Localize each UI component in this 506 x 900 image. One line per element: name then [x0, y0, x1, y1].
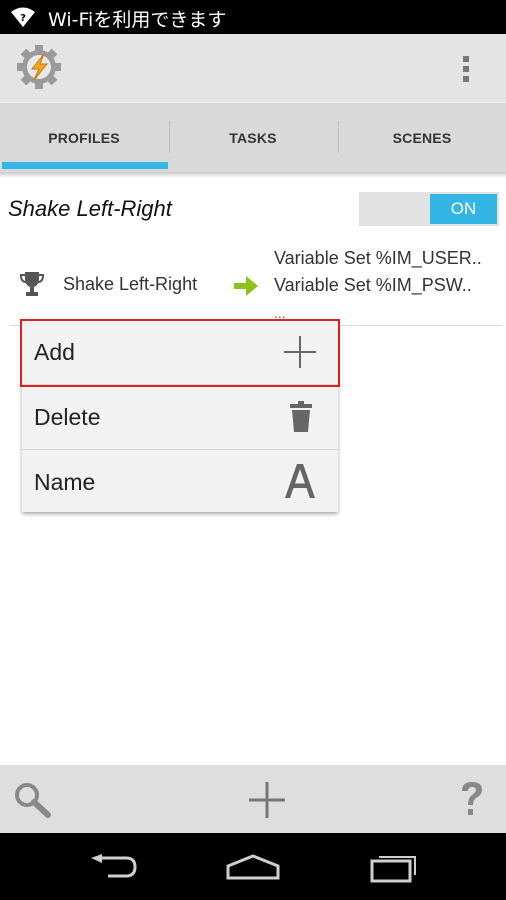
highlight-box [20, 319, 340, 387]
task-line[interactable]: Variable Set %IM_PSW.. [274, 275, 472, 296]
recents-icon[interactable] [369, 851, 421, 883]
svg-text:?: ? [20, 13, 26, 24]
profile-toggle[interactable]: ON [359, 192, 499, 226]
menu-item-delete[interactable]: Delete [22, 385, 338, 449]
home-icon[interactable] [225, 853, 281, 881]
status-bar: ? Wi-Fiを利用できます [0, 0, 506, 34]
trash-icon [290, 401, 312, 432]
help-icon[interactable] [458, 780, 486, 818]
context-label[interactable]: Shake Left-Right [63, 274, 197, 295]
menu-item-label: Delete [34, 404, 101, 430]
wifi-question-icon: ? [11, 7, 35, 27]
trophy-icon [19, 272, 45, 296]
selected-tab-indicator [2, 162, 168, 169]
add-icon[interactable] [248, 781, 286, 819]
menu-item-name[interactable]: Name [22, 450, 338, 514]
back-icon[interactable] [88, 853, 138, 881]
tab-scenes[interactable]: SCENES [338, 103, 506, 173]
bottom-toolbar [0, 765, 506, 833]
toggle-on-label: ON [430, 194, 497, 224]
menu-item-label: Name [34, 469, 96, 495]
tab-shadow [0, 172, 506, 178]
profile-title[interactable]: Shake Left-Right [8, 196, 172, 222]
task-line[interactable]: Variable Set %IM_USER.. [274, 248, 482, 269]
tasker-gear-bolt-icon[interactable] [16, 44, 62, 90]
search-icon[interactable] [14, 782, 52, 818]
status-text: Wi-Fiを利用できます [48, 9, 227, 31]
action-bar [0, 34, 506, 102]
tab-tasks[interactable]: TASKS [169, 103, 337, 173]
arrow-right-icon [234, 276, 258, 296]
navigation-bar [0, 833, 506, 900]
letter-a-icon [285, 464, 315, 498]
overflow-menu-icon[interactable] [456, 54, 476, 84]
